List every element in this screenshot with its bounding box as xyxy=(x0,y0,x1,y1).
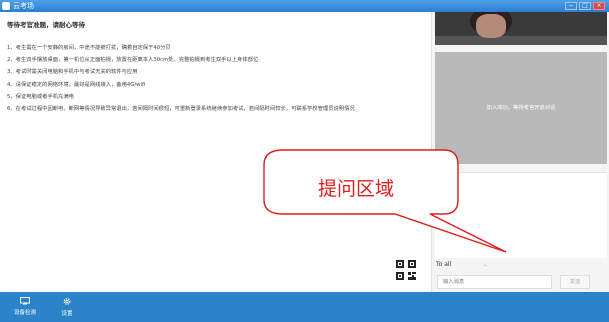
examiner-video-placeholder: 加入成功，等待考官开启对话 xyxy=(435,52,607,164)
monitor-icon xyxy=(20,297,30,305)
qr-code-icon[interactable] xyxy=(396,260,416,280)
device-check-label: 设备检测 xyxy=(13,310,36,316)
recipient-value: all xyxy=(444,261,452,268)
app-icon xyxy=(2,2,10,10)
send-button[interactable]: 发送 xyxy=(560,275,590,289)
side-panel: 加入成功，等待考官开启对话 To all ⌄ 发送 xyxy=(431,12,609,292)
instruction-item: 3、考试时需关闭电脑和手机中与考试无关的软件与应用 xyxy=(7,69,138,76)
instructions-panel: 等待考官准题，请耐心等待 1、考生需在一个安静的房间，中途不能被打扰，确着自定保… xyxy=(0,12,431,292)
instruction-item: 1、考生需在一个安静的房间，中途不能被打扰，确着自定保于40分贝 xyxy=(7,45,171,51)
instructions-list: 1、考生需在一个安静的房间，中途不能被打扰，确着自定保于40分贝 2、考生双手摆… xyxy=(7,42,355,115)
settings-label: 设置 xyxy=(61,311,73,317)
recipient-select[interactable]: To all ⌄ xyxy=(436,261,487,268)
question-area[interactable] xyxy=(435,172,607,258)
minimize-button[interactable]: − xyxy=(565,2,577,10)
annotation-text: 提问区域 xyxy=(318,178,395,200)
window-title: 云考场 xyxy=(13,2,34,10)
camera-preview xyxy=(435,12,607,45)
close-button[interactable]: × xyxy=(593,2,605,10)
title-bar: 云考场 − □ × xyxy=(0,0,609,12)
chevron-down-icon: ⌄ xyxy=(483,262,488,268)
instruction-item: 4、请保证稳定的网络环境，最好是网线接入，备用4G/wifi xyxy=(7,81,146,88)
message-input[interactable] xyxy=(437,275,552,289)
maximize-button[interactable]: □ xyxy=(579,2,591,10)
instruction-item: 5、保证电脑或者手机充满电 xyxy=(7,93,74,100)
bottom-toolbar: 设备检测 设置 xyxy=(0,292,609,322)
instruction-item: 2、考生双手摆放桌面，第一机位从正面拍摄，放置在距离本人30cm处，完整拍摄到考… xyxy=(7,57,259,64)
device-check-button[interactable]: 设备检测 xyxy=(5,297,45,316)
gear-icon xyxy=(63,298,71,305)
instruction-item: 6、在考试过程中因断电、断网等情况导致异常退出，若间隔时间很短，可重新登录系统继… xyxy=(7,105,355,112)
instructions-title: 等待考官准题，请耐心等待 xyxy=(7,21,85,29)
to-label: To xyxy=(436,261,443,268)
settings-button[interactable]: 设置 xyxy=(47,297,87,317)
